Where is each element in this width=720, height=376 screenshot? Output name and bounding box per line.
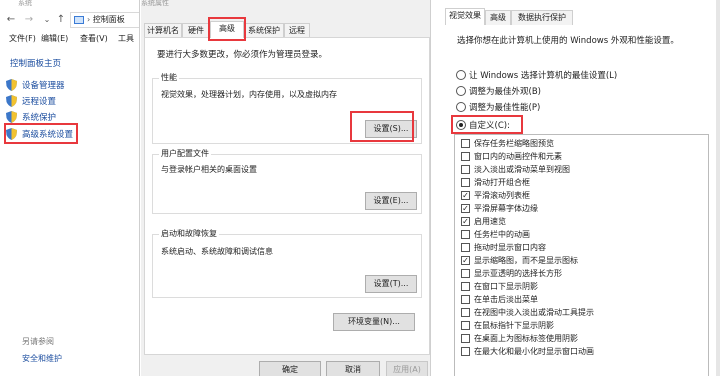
group-description: 视觉效果，处理器计划，内存使用，以及虚拟内存 — [161, 90, 337, 99]
control-panel-window: 系统 ← → ⌄ ↑ › 控制面板 文件(F) 编辑(E) 查看(V) 工具 控… — [0, 0, 140, 376]
checkbox-label: 拖动时显示窗口内容 — [474, 243, 546, 252]
system-properties-dialog: 系统属性 计算机名 硬件 高级 系统保护 远程 要进行大多数更改，你必须作为管理… — [141, 0, 431, 376]
computer-icon — [74, 16, 84, 24]
shield-icon — [6, 79, 17, 91]
menu-tools[interactable]: 工具 — [118, 33, 134, 44]
checkbox-box — [461, 139, 470, 148]
forward-arrow-icon[interactable]: → — [22, 13, 36, 27]
startup-recovery-settings-button[interactable]: 设置(T)... — [365, 275, 417, 293]
visual-effects-list[interactable]: 保存任务栏缩略图预览 窗口内的动画控件和元素 淡入淡出或滑动菜单到视图 滑动打开… — [454, 134, 709, 376]
back-arrow-icon[interactable]: ← — [4, 13, 18, 27]
radio-label: 让 Windows 选择计算机的最佳设置(L) — [469, 71, 618, 81]
checkbox-box — [461, 152, 470, 161]
radio-circle — [456, 70, 466, 80]
checkbox-label: 窗口内的动画控件和元素 — [474, 152, 562, 161]
performance-options-dialog: 视觉效果 高级 数据执行保护 选择你想在此计算机上使用的 Windows 外观和… — [432, 0, 720, 376]
shield-icon — [6, 111, 17, 123]
user-profiles-settings-button[interactable]: 设置(E)... — [365, 192, 417, 210]
menu-view[interactable]: 查看(V) — [80, 33, 108, 44]
environment-variables-button[interactable]: 环境变量(N)... — [333, 313, 415, 331]
tab-remote[interactable]: 远程 — [284, 23, 310, 38]
checkbox-box — [461, 347, 470, 356]
checkbox-box — [461, 308, 470, 317]
security-maintenance-link[interactable]: 安全和维护 — [22, 353, 62, 364]
navigation-bar: ← → ⌄ ↑ › 控制面板 — [0, 11, 139, 29]
checkbox-label: 保存任务栏缩略图预览 — [474, 139, 554, 148]
checkbox-label: 在视图中淡入淡出或滑动工具提示 — [474, 308, 594, 317]
highlight-box — [208, 17, 246, 41]
menu-file[interactable]: 文件(F) — [9, 33, 36, 44]
tab-hardware[interactable]: 硬件 — [182, 23, 210, 38]
checkbox-label: 在窗口下显示阴影 — [474, 282, 538, 291]
checkbox-label: 在单击后淡出菜单 — [474, 295, 538, 304]
tab-data-execution-prevention[interactable]: 数据执行保护 — [511, 10, 573, 25]
checkbox-label: 显示缩略图，而不是显示图标 — [474, 256, 578, 265]
ok-button[interactable]: 确定 — [259, 361, 321, 376]
checkbox-box: ✓ — [461, 256, 470, 265]
group-title: 启动和故障恢复 — [159, 228, 219, 239]
checkbox-box — [461, 269, 470, 278]
breadcrumb: 控制面板 — [92, 15, 125, 24]
recent-dropdown-icon[interactable]: ⌄ — [40, 13, 54, 27]
checkbox-box — [461, 295, 470, 304]
highlight-box — [4, 123, 78, 144]
control-panel-home-link[interactable]: 控制面板主页 — [10, 57, 61, 69]
apply-button[interactable]: 应用(A) — [386, 361, 428, 376]
checkbox-box: ✓ — [461, 204, 470, 213]
group-title: 性能 — [159, 72, 179, 83]
highlight-box — [350, 111, 414, 142]
checkbox-box: ✓ — [461, 217, 470, 226]
checkbox-label: 淡入淡出或滑动菜单到视图 — [474, 165, 570, 174]
window-title: 系统 — [18, 0, 32, 7]
checkbox-box — [461, 334, 470, 343]
radio-label: 调整为最佳性能(P) — [469, 103, 541, 113]
checkbox-label: 显示亚透明的选择长方形 — [474, 269, 562, 278]
radio-circle — [456, 102, 466, 112]
visual-effects-description: 选择你想在此计算机上使用的 Windows 外观和性能设置。 — [457, 36, 679, 46]
checkbox-label: 在鼠标指针下显示阴影 — [474, 321, 554, 330]
up-arrow-icon[interactable]: ↑ — [54, 13, 68, 27]
startup-recovery-group: 启动和故障恢复 系统启动、系统故障和调试信息 设置(T)... — [152, 228, 422, 298]
sidebar-item-label: 远程设置 — [22, 97, 57, 107]
checkbox-box — [461, 243, 470, 252]
checkbox-label: 任务栏中的动画 — [474, 230, 530, 239]
address-bar[interactable]: › 控制面板 — [70, 12, 139, 28]
advanced-tab-page: 要进行大多数更改，你必须作为管理员登录。 性能 视觉效果，处理器计划，内存使用，… — [144, 37, 430, 355]
menu-edit[interactable]: 编辑(E) — [41, 33, 68, 44]
sidebar-item-label: 系统保护 — [22, 113, 57, 123]
checkbox-box — [461, 321, 470, 330]
cancel-button[interactable]: 取消 — [326, 361, 380, 376]
sidebar-item-label: 设备管理器 — [22, 81, 65, 91]
dialog-title: 系统属性 — [141, 0, 169, 7]
see-also-heading: 另请参阅 — [22, 337, 54, 346]
checkbox-box: ✓ — [461, 191, 470, 200]
checkbox-label: 平滑滚动列表框 — [474, 191, 530, 200]
radio-label: 调整为最佳外观(B) — [469, 87, 541, 97]
shield-icon — [6, 95, 17, 107]
tab-advanced[interactable]: 高级 — [485, 10, 511, 25]
checkbox-label: 在桌面上为图标标签使用阴影 — [474, 334, 578, 343]
highlight-box — [451, 115, 523, 134]
checkbox-box — [461, 282, 470, 291]
tab-visual-effects[interactable]: 视觉效果 — [445, 8, 485, 25]
radio-circle — [456, 86, 466, 96]
breadcrumb-separator: › — [87, 15, 91, 24]
user-profiles-group: 用户配置文件 与登录帐户相关的桌面设置 设置(E)... — [152, 148, 422, 214]
checkbox-label: 滑动打开组合框 — [474, 178, 530, 187]
tab-computer-name[interactable]: 计算机名 — [144, 23, 182, 38]
checkbox-label: 平滑屏幕字体边缘 — [474, 204, 538, 213]
checkbox-label: 在最大化和最小化时显示窗口动画 — [474, 347, 594, 356]
checkbox-box — [461, 165, 470, 174]
checkbox-box — [461, 178, 470, 187]
menu-bar: 文件(F) 编辑(E) 查看(V) 工具 — [0, 31, 139, 47]
window-scrollbar[interactable] — [716, 0, 720, 376]
checkbox-box — [461, 230, 470, 239]
group-description: 与登录帐户相关的桌面设置 — [161, 165, 257, 174]
group-title: 用户配置文件 — [159, 148, 211, 159]
group-description: 系统启动、系统故障和调试信息 — [161, 247, 273, 256]
checkbox-label: 启用速览 — [474, 217, 506, 226]
tab-system-protection[interactable]: 系统保护 — [244, 23, 284, 38]
admin-note: 要进行大多数更改，你必须作为管理员登录。 — [157, 50, 328, 60]
